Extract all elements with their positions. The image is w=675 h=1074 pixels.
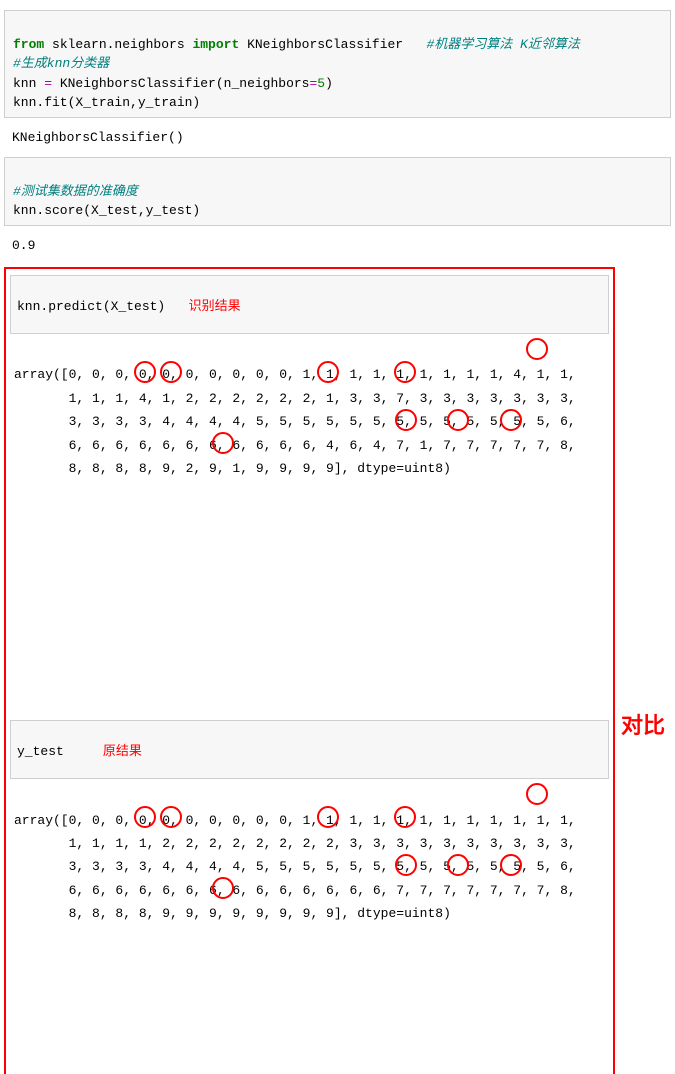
predict-row3: 3, 3, 3, 3, 4, 4, 4, 4, 5, 5, 5, 5, 5, 5… (14, 414, 576, 429)
score-call: knn.score(X_test,y_test) (13, 203, 200, 218)
assign-lhs: knn (13, 76, 44, 91)
circle-annot (526, 783, 548, 805)
predict-row5: 8, 8, 8, 8, 9, 2, 9, 1, 9, 9, 9, 9], dty… (14, 461, 451, 476)
kw-from: from (13, 37, 44, 52)
num-5: 5 (317, 76, 325, 91)
comment-1: #机器学习算法 K近邻算法 (427, 37, 580, 52)
op-eq: = (44, 76, 52, 91)
ctor-call: KNeighborsClassifier(n_neighbors (52, 76, 309, 91)
cls-name: KNeighborsClassifier (239, 37, 426, 52)
kw-import: import (192, 37, 239, 52)
code-cell-2: #测试集数据的准确度 knn.score(X_test,y_test) (4, 157, 671, 226)
predict-array: array([0, 0, 0, 0, 0, 0, 0, 0, 0, 0, 1, … (10, 338, 609, 716)
ctor-close: ) (325, 76, 333, 91)
compare-label: 对比 (615, 708, 671, 740)
code-cell-1: from sklearn.neighbors import KNeighbors… (4, 10, 671, 118)
predict-row2: 1, 1, 1, 4, 1, 2, 2, 2, 2, 2, 2, 1, 3, 3… (14, 391, 576, 406)
ytest-row4: 6, 6, 6, 6, 6, 6, 6, 6, 6, 6, 6, 6, 6, 6… (14, 883, 576, 898)
predict-row1: array([0, 0, 0, 0, 0, 0, 0, 0, 0, 0, 1, … (14, 367, 576, 382)
ytest-cell: y_test 原结果 (10, 720, 609, 779)
predict-call: knn.predict(X_test) (17, 299, 165, 314)
comparison-box: knn.predict(X_test) 识别结果 array([0, 0, 0,… (4, 267, 615, 1074)
comment-3: #测试集数据的准确度 (13, 184, 138, 199)
predict-row4: 6, 6, 6, 6, 6, 6, 6, 6, 6, 6, 6, 4, 6, 4… (14, 438, 576, 453)
predict-label: 识别结果 (189, 298, 241, 313)
ytest-array: array([0, 0, 0, 0, 0, 0, 0, 0, 0, 0, 1, … (10, 783, 609, 1074)
circle-annot (526, 338, 548, 360)
ytest-row2: 1, 1, 1, 1, 2, 2, 2, 2, 2, 2, 2, 2, 3, 3… (14, 836, 576, 851)
predict-cell: knn.predict(X_test) 识别结果 (10, 275, 609, 334)
ytest-row1: array([0, 0, 0, 0, 0, 0, 0, 0, 0, 0, 1, … (14, 813, 576, 828)
comment-2: #生成knn分类器 (13, 56, 109, 71)
ytest-label: 原结果 (103, 743, 142, 758)
ytest-row5: 8, 8, 8, 8, 9, 9, 9, 9, 9, 9, 9, 9], dty… (14, 906, 451, 921)
fit-call: knn.fit(X_train,y_train) (13, 95, 200, 110)
ytest-row3: 3, 3, 3, 3, 4, 4, 4, 4, 5, 5, 5, 5, 5, 5… (14, 859, 576, 874)
mod-name: sklearn.neighbors (44, 37, 192, 52)
ytest-name: y_test (17, 744, 64, 759)
output-2: 0.9 (4, 232, 671, 260)
output-1: KNeighborsClassifier() (4, 124, 671, 152)
